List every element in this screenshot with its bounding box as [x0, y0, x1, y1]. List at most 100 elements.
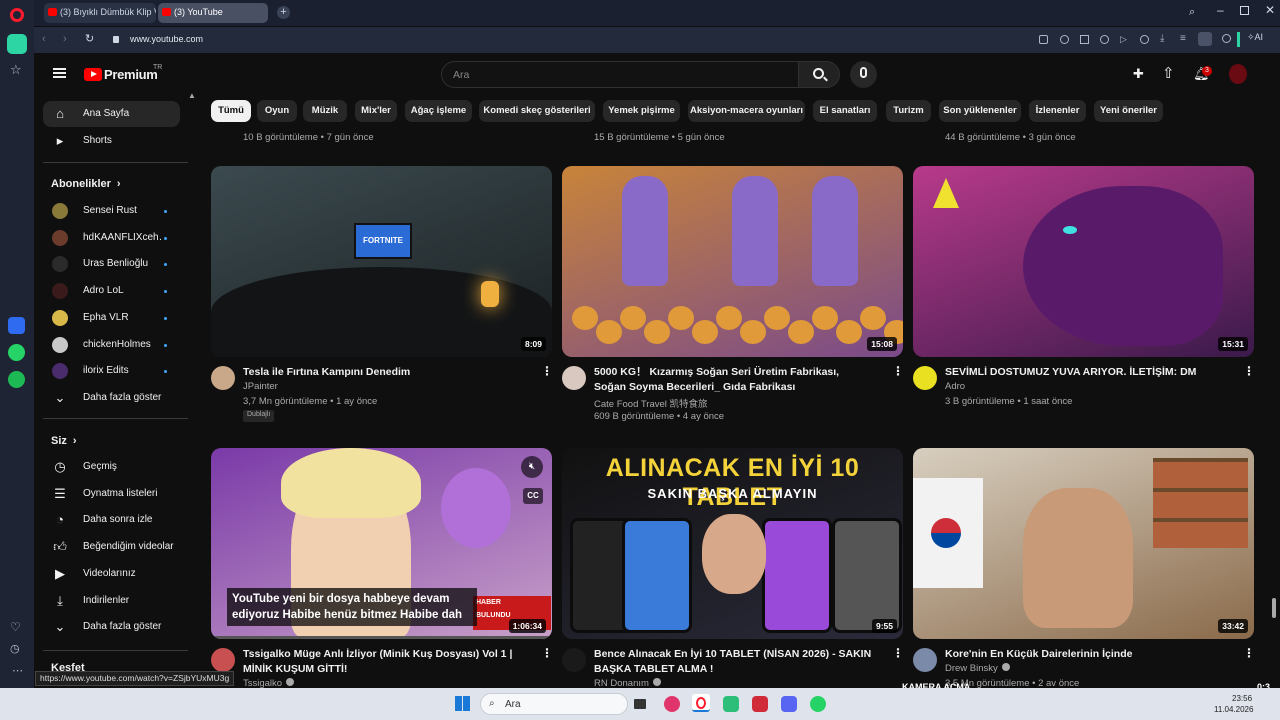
- filter-chip[interactable]: Mix'ler: [355, 100, 397, 122]
- video-card[interactable]: ALINACAK EN İYİ 10 TABLET SAKIN BAŞKA ALM…: [562, 448, 904, 708]
- channel-avatar[interactable]: [211, 648, 235, 672]
- sidebar-item-chevron-down[interactable]: ⌄ Daha fazla göster: [43, 614, 180, 640]
- taskbar-app-icon[interactable]: [664, 696, 680, 712]
- channel-avatar[interactable]: [913, 366, 937, 390]
- new-tab-button[interactable]: +: [277, 6, 290, 19]
- filter-chip[interactable]: İzlenenler: [1029, 100, 1086, 122]
- download-icon[interactable]: ⤓: [1160, 33, 1164, 44]
- filter-chip[interactable]: Komedi skeç gösterileri: [479, 100, 595, 122]
- system-tray[interactable]: [1100, 694, 1210, 714]
- video-card[interactable]: 33:42 Kore'nin En Küçük Dairelerinin İçin…: [913, 448, 1255, 708]
- taskbar-search-input[interactable]: ⌕ Ara: [480, 693, 628, 715]
- channel-name[interactable]: Cate Food Travel 凯特食旅: [594, 396, 708, 410]
- more-actions-icon[interactable]: ⋮: [541, 646, 553, 660]
- captions-button[interactable]: CC: [523, 488, 543, 504]
- video-thumbnail[interactable]: FORTNITE 8:09: [211, 166, 552, 357]
- bookmark-star-icon[interactable]: ☆: [10, 62, 22, 78]
- channel-avatar[interactable]: [211, 366, 235, 390]
- menu-icon[interactable]: ≡: [1180, 33, 1186, 44]
- profile-icon[interactable]: [1198, 32, 1212, 46]
- minimize-button[interactable]: –: [1217, 3, 1224, 17]
- subscription-item[interactable]: chickenHolmes: [43, 332, 180, 358]
- tab-music-video[interactable]: (3) Bıyıklı Dümbük Klip Va: [44, 3, 156, 23]
- more-actions-icon[interactable]: ⋮: [1243, 646, 1255, 660]
- video-title[interactable]: Kore'nin En Küçük Dairelerinin İçinde: [945, 647, 1225, 662]
- ext-icon-4[interactable]: [1100, 35, 1109, 44]
- subscription-item[interactable]: hdKAANFLIXceh…: [43, 225, 180, 251]
- video-title[interactable]: SEVİMLİ DOSTUMUZ YUVA ARIYOR. İLETİŞİM: …: [945, 365, 1225, 380]
- filter-chip[interactable]: Tümü: [211, 100, 251, 122]
- channel-name[interactable]: Adro: [945, 381, 965, 392]
- heart-icon[interactable]: ♡: [10, 620, 21, 634]
- ext-icon-1[interactable]: [1039, 35, 1048, 44]
- voice-search-button[interactable]: [850, 61, 877, 88]
- video-card[interactable]: FORTNITE 8:09 Tesla ile Fırtına Kampını De…: [211, 166, 553, 426]
- video-thumbnail[interactable]: 33:42: [913, 448, 1254, 639]
- video-title[interactable]: Tesla ile Fırtına Kampını Denedim: [243, 365, 523, 380]
- channel-avatar[interactable]: [913, 648, 937, 672]
- sidebar-item-clock[interactable]: ◔ Daha sonra izle: [43, 507, 180, 533]
- video-card[interactable]: 15:08 5000 KG！ Kızarmış Soğan Seri Üretim…: [562, 166, 904, 426]
- video-thumbnail[interactable]: 15:31: [913, 166, 1254, 357]
- more-actions-icon[interactable]: ⋮: [1243, 364, 1255, 378]
- video-title[interactable]: Bence Alınacak En İyi 10 TABLET (NİSAN 2…: [594, 647, 874, 677]
- video-card[interactable]: 15:31 SEVİMLİ DOSTUMUZ YUVA ARIYOR. İLETİ…: [913, 166, 1255, 426]
- more-actions-icon[interactable]: ⋮: [892, 646, 904, 660]
- sidebar-scroll-up-icon[interactable]: ▲: [188, 91, 196, 100]
- more-actions-icon[interactable]: ⋮: [892, 364, 904, 378]
- video-thumbnail[interactable]: ALINACAK EN İYİ 10 TABLET SAKIN BAŞKA ALM…: [562, 448, 903, 639]
- opera-taskbar-icon[interactable]: [692, 694, 710, 712]
- mute-button[interactable]: 🔇︎: [521, 456, 543, 478]
- video-title[interactable]: Tssigalko Müge Anlı İzliyor (Minik Kuş D…: [243, 647, 523, 677]
- video-thumbnail[interactable]: 15:08: [562, 166, 903, 357]
- close-window-button[interactable]: ✕: [1265, 3, 1275, 17]
- video-thumbnail[interactable]: 🔇︎ CC HABER BULUNDU YouTube yeni bir dosya h…: [211, 448, 552, 639]
- task-view-icon[interactable]: [634, 699, 646, 709]
- subscription-item[interactable]: Sensei Rust: [43, 198, 180, 224]
- more-icon[interactable]: ⋯: [12, 664, 23, 677]
- taskbar-app-icon[interactable]: [752, 696, 768, 712]
- subscriptions-show-more[interactable]: ⌄ Daha fazla göster: [43, 385, 180, 411]
- premium-logo-text[interactable]: Premium: [104, 67, 158, 82]
- clock-time[interactable]: 23:56: [1232, 694, 1252, 703]
- ext-icon-3[interactable]: [1080, 35, 1089, 44]
- upload-icon[interactable]: ⇧: [1162, 64, 1175, 82]
- discord-icon[interactable]: [781, 696, 797, 712]
- ext-icon-2[interactable]: [1060, 35, 1069, 44]
- more-actions-icon[interactable]: ⋮: [541, 364, 553, 378]
- filter-chip[interactable]: Turizm: [886, 100, 931, 122]
- channel-avatar[interactable]: [562, 648, 586, 672]
- reload-icon[interactable]: ↻: [85, 32, 94, 45]
- whatsapp-icon[interactable]: [8, 344, 25, 361]
- back-icon[interactable]: ‹: [42, 33, 46, 45]
- video-card[interactable]: 🔇︎ CC HABER BULUNDU YouTube yeni bir dosya h…: [211, 448, 553, 708]
- forward-icon[interactable]: ›: [63, 33, 67, 45]
- messenger-icon[interactable]: [8, 317, 25, 334]
- sidebar-item-thumbs-up[interactable]: 👍︎ Beğendiğim videolar: [43, 534, 180, 560]
- maximize-button[interactable]: [1240, 6, 1249, 15]
- search-button[interactable]: [798, 61, 840, 88]
- hamburger-menu-icon[interactable]: [53, 68, 66, 78]
- sidebar-item-download[interactable]: ⤓ İndirilenler: [43, 588, 180, 614]
- sidebar-item-shorts[interactable]: ▸ Shorts: [43, 128, 180, 154]
- subscriptions-heading[interactable]: Abonelikler ›: [51, 178, 121, 190]
- search-input[interactable]: Ara: [441, 61, 798, 88]
- sidebar-item-video[interactable]: ▶ Videolarınız: [43, 561, 180, 587]
- home-panel-icon[interactable]: [7, 34, 27, 54]
- you-heading[interactable]: Siz ›: [51, 435, 77, 447]
- channel-avatar[interactable]: [562, 366, 586, 390]
- history-clock-icon[interactable]: ◷: [10, 642, 20, 655]
- lock-icon[interactable]: [113, 36, 119, 43]
- filter-chip[interactable]: Müzik: [303, 100, 347, 122]
- subscription-item[interactable]: Uras Benlioğlu: [43, 251, 180, 277]
- url-field[interactable]: www.youtube.com: [130, 34, 203, 44]
- sidebar-item-playlist[interactable]: ☰ Oynatma listeleri: [43, 481, 180, 507]
- subscription-item[interactable]: ilorix Edits: [43, 358, 180, 384]
- filter-chip[interactable]: Yemek pişirme: [603, 100, 680, 122]
- youtube-logo-icon[interactable]: [84, 68, 102, 81]
- sidebar-toggle-icon[interactable]: [1237, 32, 1240, 47]
- channel-name[interactable]: Drew Binsky: [945, 663, 1010, 674]
- ext-icon-6[interactable]: [1140, 35, 1149, 44]
- create-icon[interactable]: ✚: [1133, 66, 1144, 82]
- opera-logo-icon[interactable]: [10, 8, 24, 22]
